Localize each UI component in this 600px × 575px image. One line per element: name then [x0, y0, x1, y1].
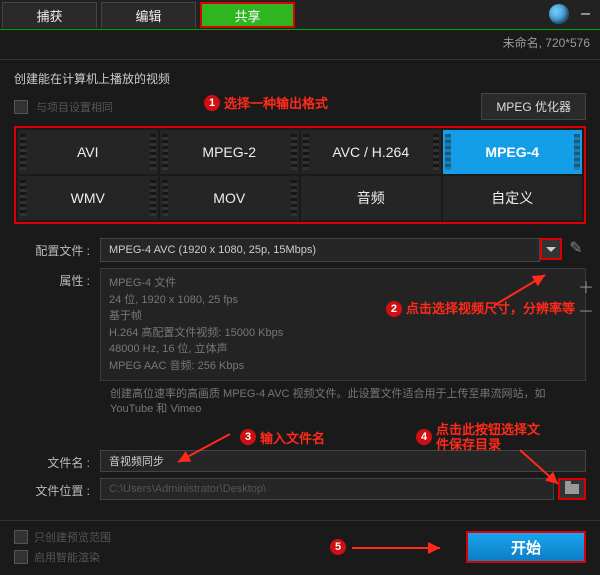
- format-wmv[interactable]: WMV: [18, 176, 158, 220]
- add-profile-icon[interactable]: ＋: [576, 276, 596, 296]
- badge-5: 5: [330, 539, 346, 555]
- preview-only-checkbox[interactable]: [14, 530, 28, 544]
- folder-icon: [565, 484, 579, 494]
- remove-profile-icon[interactable]: －: [576, 300, 596, 320]
- badge-1: 1: [204, 95, 220, 111]
- format-avi[interactable]: AVI: [18, 130, 158, 174]
- attributes-description: 创建高位速率的高画质 MPEG-4 AVC 视频文件。此设置文件适合用于上传至串…: [110, 387, 586, 418]
- start-button[interactable]: 开始: [466, 531, 586, 563]
- format-custom[interactable]: 自定义: [443, 176, 583, 220]
- project-settings-checkbox[interactable]: [14, 100, 28, 114]
- mpeg-optimizer-button[interactable]: MPEG 优化器: [481, 93, 586, 120]
- profile-dropdown-arrow[interactable]: [540, 238, 562, 260]
- edit-profile-icon[interactable]: ✎: [566, 238, 586, 258]
- tab-edit[interactable]: 编辑: [101, 2, 196, 28]
- format-grid: AVI MPEG-2 AVC / H.264 MPEG-4 WMV MOV 音频…: [14, 126, 586, 224]
- callout-4-text: 点击此按钮选择文件保存目录: [436, 422, 546, 453]
- tab-share[interactable]: 共享: [200, 2, 295, 28]
- filepath-input[interactable]: C:\Users\Administrator\Desktop\: [100, 478, 554, 500]
- format-mpeg2[interactable]: MPEG-2: [160, 130, 300, 174]
- document-info: 未命名, 720*576: [0, 30, 600, 60]
- filename-value: 音视频同步: [109, 453, 164, 469]
- profile-value: MPEG-4 AVC (1920 x 1080, 25p, 15Mbps): [109, 244, 316, 256]
- badge-3: 3: [240, 429, 256, 445]
- format-audio[interactable]: 音频: [301, 176, 441, 220]
- format-mpeg4[interactable]: MPEG-4: [443, 130, 583, 174]
- attributes-box: MPEG-4 文件 24 位, 1920 x 1080, 25 fps 基于帧 …: [100, 268, 586, 381]
- profile-label: 配置文件 :: [14, 238, 100, 259]
- browse-folder-button[interactable]: [558, 478, 586, 500]
- minimize-button[interactable]: –: [577, 5, 594, 23]
- filepath-value: C:\Users\Administrator\Desktop\: [109, 483, 266, 495]
- attributes-text: MPEG-4 文件 24 位, 1920 x 1080, 25 fps 基于帧 …: [109, 275, 577, 374]
- profile-select[interactable]: MPEG-4 AVC (1920 x 1080, 25p, 15Mbps): [100, 238, 540, 262]
- format-mov[interactable]: MOV: [160, 176, 300, 220]
- callout-2-text: 点击选择视频尺寸，分辨率等: [406, 299, 575, 319]
- badge-4: 4: [416, 429, 432, 445]
- filepath-label: 文件位置 :: [14, 478, 100, 499]
- globe-icon[interactable]: [549, 4, 569, 24]
- section-title: 创建能在计算机上播放的视频: [14, 70, 586, 87]
- project-settings-label: 与项目设置相同: [36, 99, 113, 115]
- badge-2: 2: [386, 301, 402, 317]
- top-tab-bar: 捕获 编辑 共享 –: [0, 0, 600, 30]
- smart-render-label: 启用智能渲染: [34, 549, 100, 565]
- tab-capture[interactable]: 捕获: [2, 2, 97, 28]
- smart-render-checkbox[interactable]: [14, 550, 28, 564]
- preview-only-label: 只创建预览范围: [34, 529, 111, 545]
- callout-3-text: 输入文件名: [260, 428, 325, 447]
- format-avc[interactable]: AVC / H.264: [301, 130, 441, 174]
- attributes-label: 属性 :: [14, 268, 100, 289]
- filename-label: 文件名 :: [14, 450, 100, 471]
- callout-1-text: 选择一种输出格式: [224, 93, 328, 112]
- filename-input[interactable]: 音视频同步: [100, 450, 586, 472]
